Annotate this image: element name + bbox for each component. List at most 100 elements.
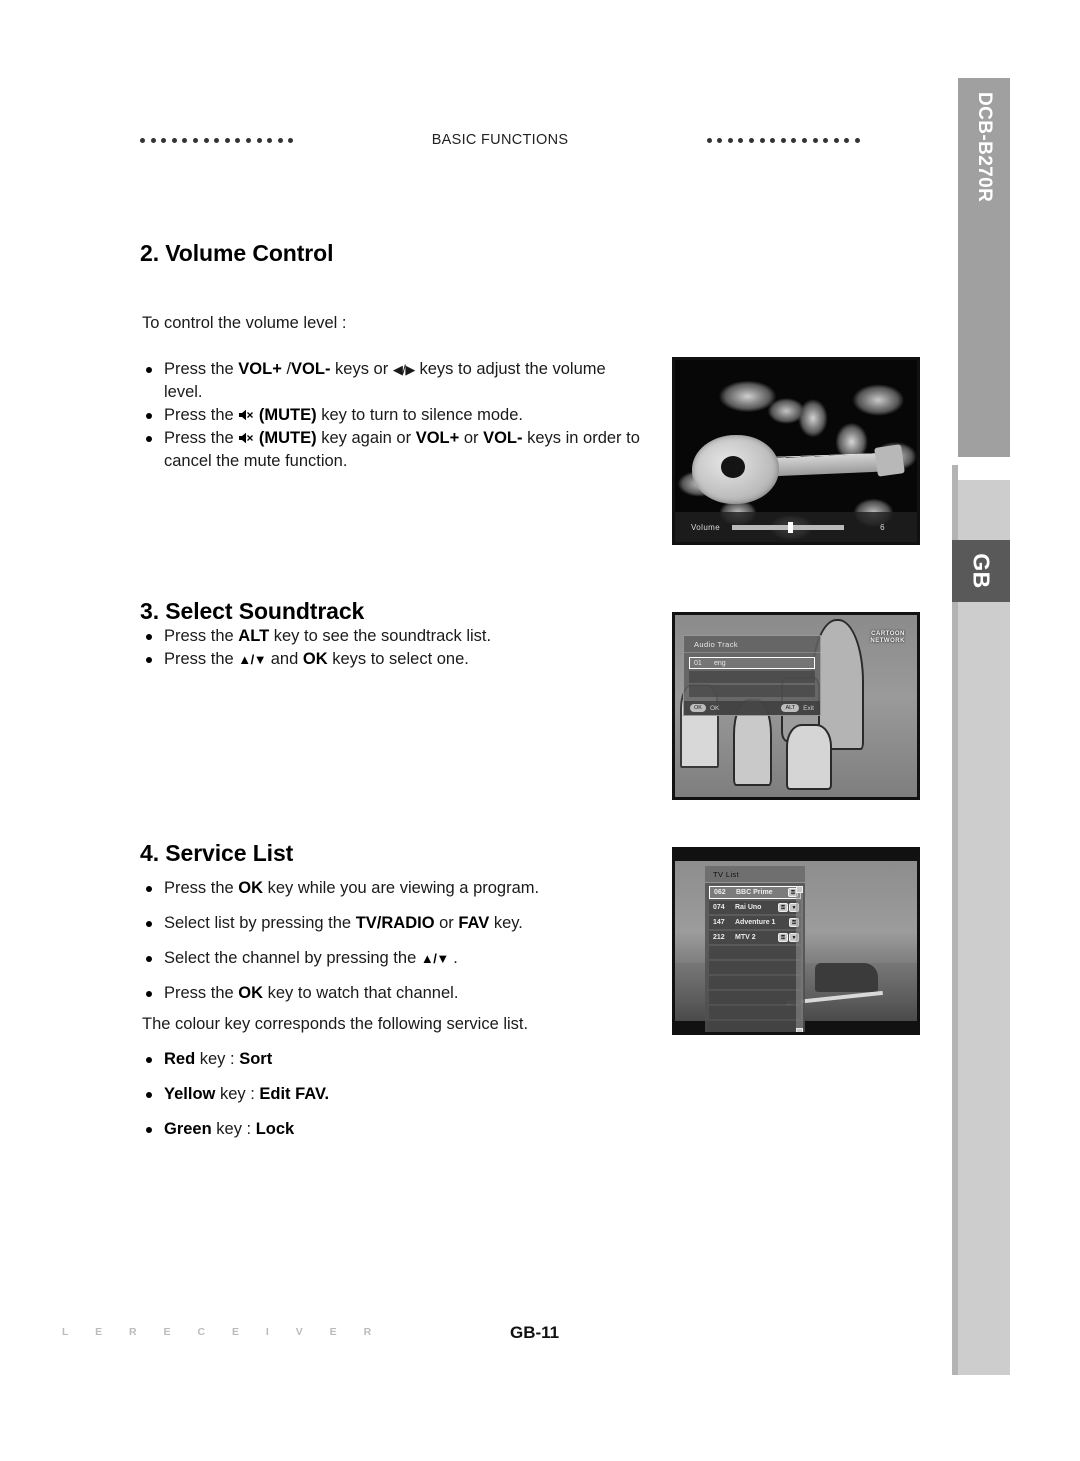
service-list-note: The colour key corresponds the following… <box>142 1015 529 1033</box>
exit-key-label: Exit <box>803 704 814 712</box>
tv-list-row-number: 147 <box>713 919 725 926</box>
page-header: BASIC FUNCTIONS <box>140 128 860 152</box>
header-dot <box>780 137 786 143</box>
tv-list-row[interactable]: 062 BBC Prime ⚿ <box>709 886 801 899</box>
sidebar-language-label: GB <box>968 553 995 589</box>
tv-list-row-name: Adventure 1 <box>735 919 776 926</box>
header-dot <box>192 137 198 143</box>
volume-osd-value: 6 <box>880 522 885 532</box>
header-dot <box>823 137 829 143</box>
volume-osd-slider-knob[interactable] <box>788 521 794 533</box>
header-dot <box>812 137 818 143</box>
alt-key-pill[interactable]: ALT <box>781 704 800 712</box>
volume-osd-slider[interactable] <box>732 521 845 533</box>
tv-list-row[interactable]: 147 Adventure 1 ⚿ <box>709 916 801 929</box>
screenshot-volume-osd: Volume 6 <box>672 357 920 545</box>
audio-track-rows: 01 eng <box>684 653 820 701</box>
sidebar-language-tab: GB <box>952 540 1010 602</box>
header-dots-right <box>706 137 860 143</box>
colour-key-list: Red key : Sort Yellow key : Edit FAV. Gree… <box>142 1048 562 1153</box>
colour-key-name: Green <box>164 1120 212 1138</box>
header-dot <box>182 137 188 143</box>
header-dot <box>140 137 145 143</box>
tv-list-dialog: TV List 062 BBC Prime ⚿ 074 Rai Uno ⚿ ▼ 147 Adve… <box>705 866 805 1032</box>
header-dots-left <box>140 137 294 143</box>
mute-icon <box>238 431 254 445</box>
colour-key-action: Edit FAV. <box>259 1085 330 1103</box>
lock-icon: ⚿ <box>778 903 788 912</box>
car-shape <box>815 962 879 992</box>
header-dot <box>235 137 241 143</box>
header-dot <box>224 137 230 143</box>
header-dot <box>277 137 283 143</box>
audio-track-title: Audio Track <box>684 636 820 653</box>
volume-intro-text: To control the volume level : <box>142 314 347 332</box>
colour-key-item: Red key : Sort <box>142 1048 562 1071</box>
list-item: Press the ▲/▼ and OK keys to select one. <box>142 648 642 671</box>
tv-list-row-name: BBC Prime <box>736 889 773 896</box>
tv-list-empty-row <box>709 976 801 989</box>
header-dot <box>844 137 850 143</box>
header-dot <box>833 137 839 143</box>
ok-key-pill[interactable]: OK <box>690 704 706 712</box>
header-dot <box>791 137 797 143</box>
header-dot <box>267 137 273 143</box>
header-dot <box>171 137 177 143</box>
header-dot <box>738 137 744 143</box>
list-item: Press the VOL+ /VOL- keys or ◀/▶ keys to… <box>142 358 642 404</box>
colour-key-name: Red <box>164 1050 196 1068</box>
list-item: Press the OK key while you are viewing a… <box>142 877 662 900</box>
footer-page-number: GB-11 <box>510 1323 560 1342</box>
tv-list-scrollbar[interactable] <box>796 886 803 1032</box>
soundtrack-bullet-list: Press the ALT key to see the soundtrack … <box>142 625 642 671</box>
volume-bullet-list: Press the VOL+ /VOL- keys or ◀/▶ keys to… <box>142 358 642 473</box>
tv-list-row[interactable]: 212 MTV 2 ⚿ ▼ <box>709 931 801 944</box>
header-dot <box>706 137 712 143</box>
list-item: Press the (MUTE) key to turn to silence … <box>142 404 642 427</box>
audio-track-dialog: Audio Track 01 eng OK OK ALT Exit <box>683 635 821 716</box>
section-heading-service-list: 4. Service List <box>140 840 294 866</box>
tv-list-empty-row <box>709 946 801 959</box>
tv-list-title: TV List <box>705 866 805 883</box>
audio-track-empty-row <box>689 685 815 697</box>
colour-key-action: Sort <box>239 1050 273 1068</box>
header-dot <box>203 137 209 143</box>
tv-list-row-name: Rai Uno <box>735 904 762 911</box>
sidebar-strip <box>958 480 1010 1375</box>
audio-track-row[interactable]: 01 eng <box>689 657 815 669</box>
scroll-down-button[interactable] <box>796 1028 803 1032</box>
ok-key-label: OK <box>709 704 720 712</box>
header-dot <box>150 137 156 143</box>
list-item: Select list by pressing the TV/RADIO or … <box>142 912 662 935</box>
service-list-bullet-list: Press the OK key while you are viewing a… <box>142 877 662 1017</box>
tv-list-row-number: 212 <box>713 934 725 941</box>
tv-list-empty-row <box>709 1021 801 1032</box>
sidebar-model-label: DCB-B270R <box>974 92 995 203</box>
tv-list-row-number: 074 <box>713 904 725 911</box>
audio-track-row-name: eng <box>714 659 726 667</box>
volume-osd-label: Volume <box>691 522 721 532</box>
colour-key-item: Green key : Lock <box>142 1118 562 1141</box>
header-dot <box>214 137 220 143</box>
tv-list-empty-row <box>709 991 801 1004</box>
volume-osd-bar: Volume 6 <box>675 512 917 542</box>
list-item: Press the (MUTE) key again or VOL+ or VO… <box>142 427 642 473</box>
tv-list-body: 062 BBC Prime ⚿ 074 Rai Uno ⚿ ▼ 147 Adventure 1 ⚿… <box>705 883 805 1032</box>
mute-icon <box>238 408 254 422</box>
cartoon-figure-right <box>786 724 833 790</box>
header-dot <box>161 137 167 143</box>
sidebar-model-tab: DCB-B270R <box>958 78 1010 457</box>
section-heading-select-soundtrack: 3. Select Soundtrack <box>140 598 365 624</box>
manual-page: BASIC FUNCTIONS DCB-B270R GB 2. Volume C… <box>0 0 1080 1461</box>
scroll-up-button[interactable] <box>796 886 803 893</box>
colour-key-name: Yellow <box>164 1085 216 1103</box>
header-dot <box>802 137 808 143</box>
audio-track-empty-row <box>689 671 815 683</box>
tv-list-empty-row <box>709 961 801 974</box>
tv-list-empty-row <box>709 1006 801 1019</box>
colour-key-item: Yellow key : Edit FAV. <box>142 1083 562 1106</box>
tv-list-row[interactable]: 074 Rai Uno ⚿ ▼ <box>709 901 801 914</box>
header-dot <box>256 137 262 143</box>
list-item: Press the OK key to watch that channel. <box>142 982 662 1005</box>
screenshot-soundtrack-osd: CARTOON NETWORK Audio Track 01 eng OK OK … <box>672 612 920 800</box>
